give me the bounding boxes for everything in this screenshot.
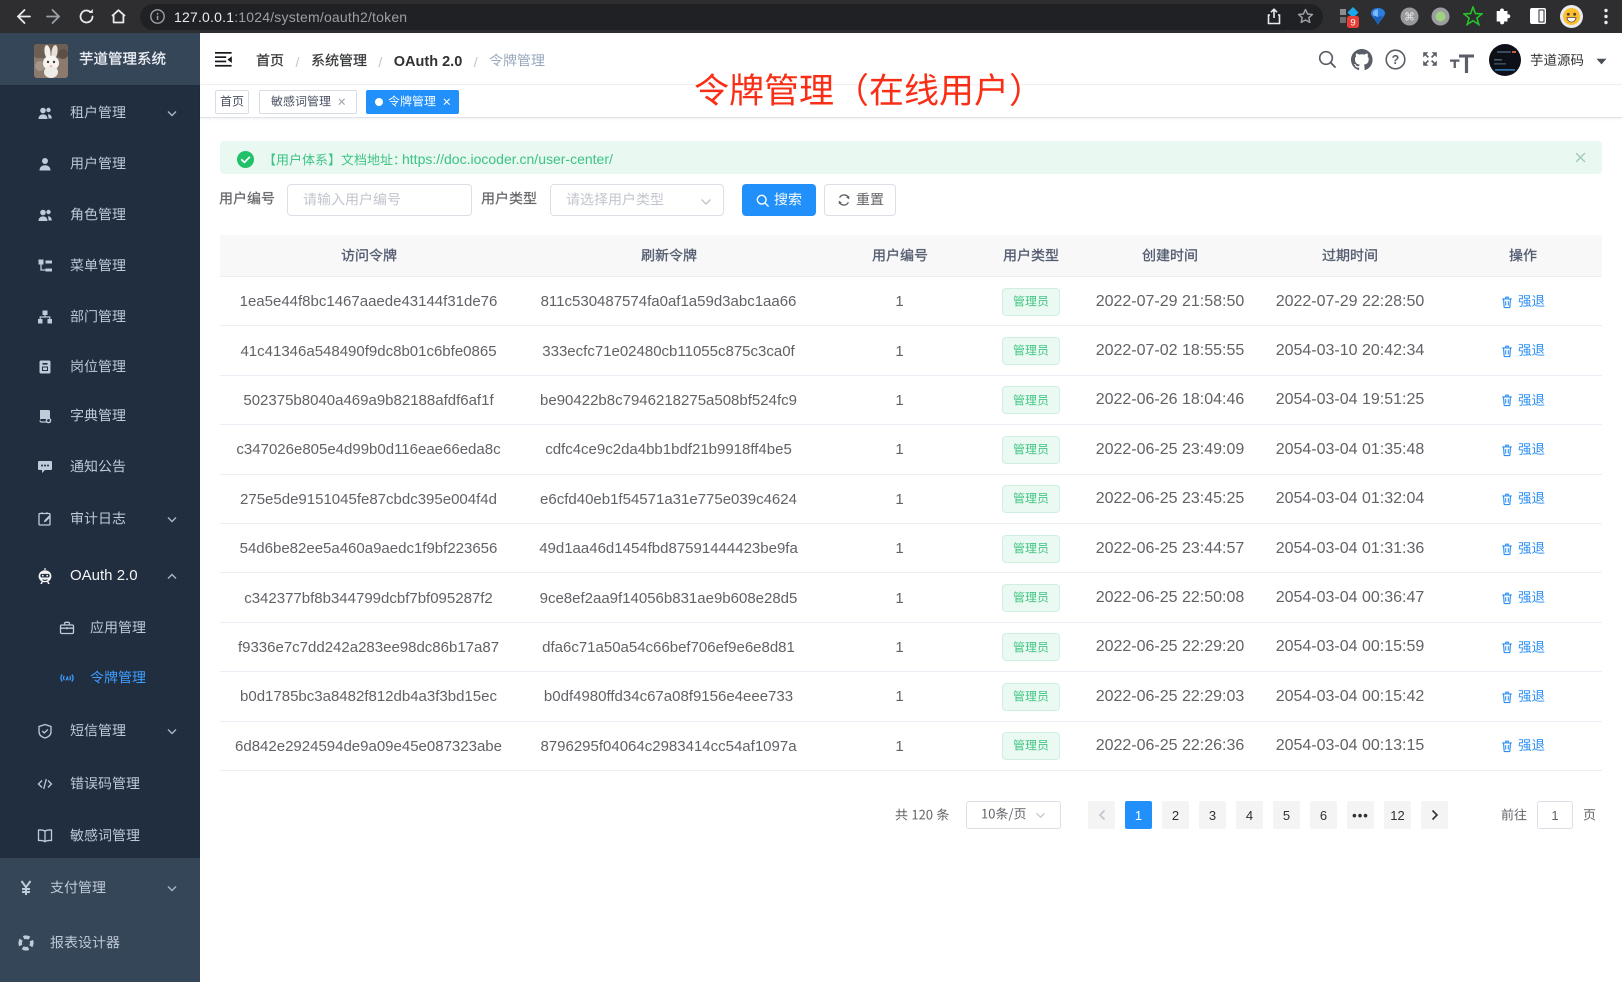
svg-text:⌘: ⌘	[1404, 11, 1415, 23]
svg-text:9: 9	[1350, 18, 1355, 29]
svg-text:?: ?	[1392, 53, 1400, 67]
